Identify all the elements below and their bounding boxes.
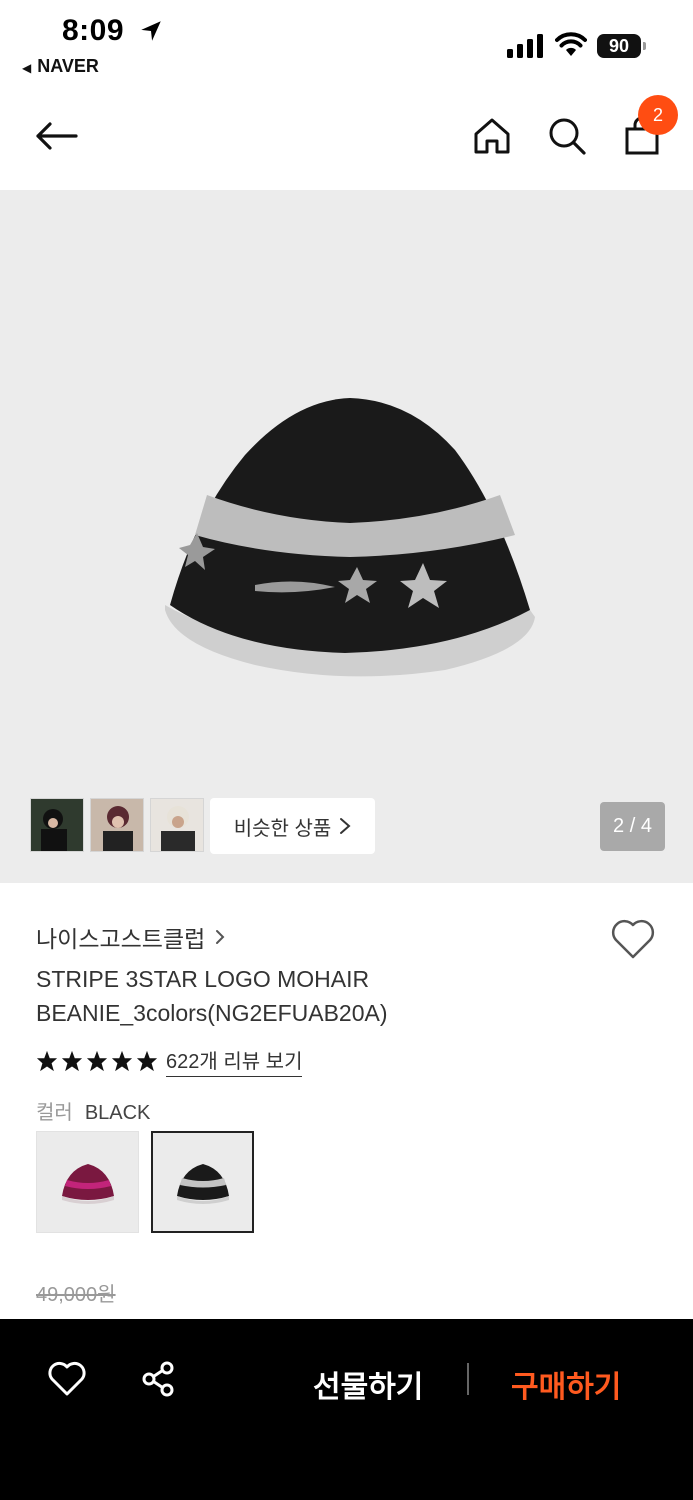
review-thumbnails[interactable] [30, 798, 204, 852]
product-image-gallery[interactable]: 비슷한 상품 2 / 4 [0, 190, 693, 883]
color-swatch-pink[interactable] [36, 1131, 139, 1233]
review-photo [91, 799, 143, 851]
star-icon [86, 1050, 108, 1072]
similar-products-label: 비슷한 상품 [233, 817, 332, 840]
reviews-link[interactable]: 622개 리뷰 보기 [166, 1045, 303, 1077]
chevron-right-icon [216, 930, 225, 944]
color-label: 컬러 [36, 1102, 73, 1124]
brand-name: 나이스고스트클럽 [36, 926, 206, 952]
selected-color: BLACK [84, 1102, 151, 1124]
star-icon [111, 1050, 133, 1072]
gift-button[interactable]: 선물하기 [313, 1362, 423, 1406]
similar-products-button[interactable]: 비슷한 상품 [210, 798, 375, 854]
search-button[interactable] [543, 110, 591, 162]
rating-stars [36, 1050, 158, 1072]
review-photo [31, 799, 83, 851]
star-icon [61, 1050, 83, 1072]
original-price: 49,000원 [36, 1284, 116, 1306]
color-swatches [36, 1131, 254, 1233]
review-thumbnail[interactable] [30, 798, 84, 852]
wishlist-heart-icon[interactable] [610, 918, 656, 960]
review-thumbnail[interactable] [90, 798, 144, 852]
bottom-action-bar: 선물하기 구매하기 [0, 1319, 693, 1500]
status-bar: 8:09 ◀ NAVER 90 [0, 0, 693, 88]
divider [467, 1363, 469, 1395]
battery-level: 90 [597, 34, 641, 58]
product-title: STRIPE 3STAR LOGO MOHAIR BEANIE_3colors(… [36, 966, 388, 1026]
brand-link[interactable]: 나이스고스트클럽 [36, 920, 225, 954]
star-icon [136, 1050, 158, 1072]
image-counter: 2 / 4 [600, 802, 665, 851]
color-swatch-black[interactable] [151, 1131, 254, 1233]
review-photo [151, 799, 203, 851]
share-icon[interactable] [139, 1359, 179, 1399]
color-selection-label: 컬러 BLACK [36, 1096, 150, 1125]
back-triangle-icon: ◀ [22, 61, 32, 75]
heart-icon[interactable] [47, 1359, 87, 1399]
buy-button[interactable]: 구매하기 [511, 1362, 621, 1406]
back-to-app-link[interactable]: ◀ NAVER [22, 56, 99, 77]
home-button[interactable] [468, 110, 516, 162]
back-arrow-icon [36, 122, 78, 150]
swatch-image [176, 1164, 229, 1204]
status-time: 8:09 [62, 14, 125, 47]
product-image [165, 398, 535, 677]
review-thumbnail[interactable] [150, 798, 204, 852]
battery-icon: 90 [597, 34, 646, 58]
swatch-image [61, 1164, 114, 1204]
back-button[interactable] [32, 110, 80, 162]
home-icon [474, 118, 510, 154]
back-app-label: NAVER [37, 56, 99, 76]
chevron-right-icon [340, 818, 351, 834]
star-icon [36, 1050, 58, 1072]
wifi-icon [555, 32, 587, 56]
app-header [0, 88, 693, 190]
rating-row: 622개 리뷰 보기 [36, 1045, 303, 1077]
signal-icon [507, 34, 543, 58]
cart-count-badge: 2 [638, 95, 678, 135]
location-arrow-icon [141, 21, 161, 41]
search-icon [549, 118, 586, 155]
